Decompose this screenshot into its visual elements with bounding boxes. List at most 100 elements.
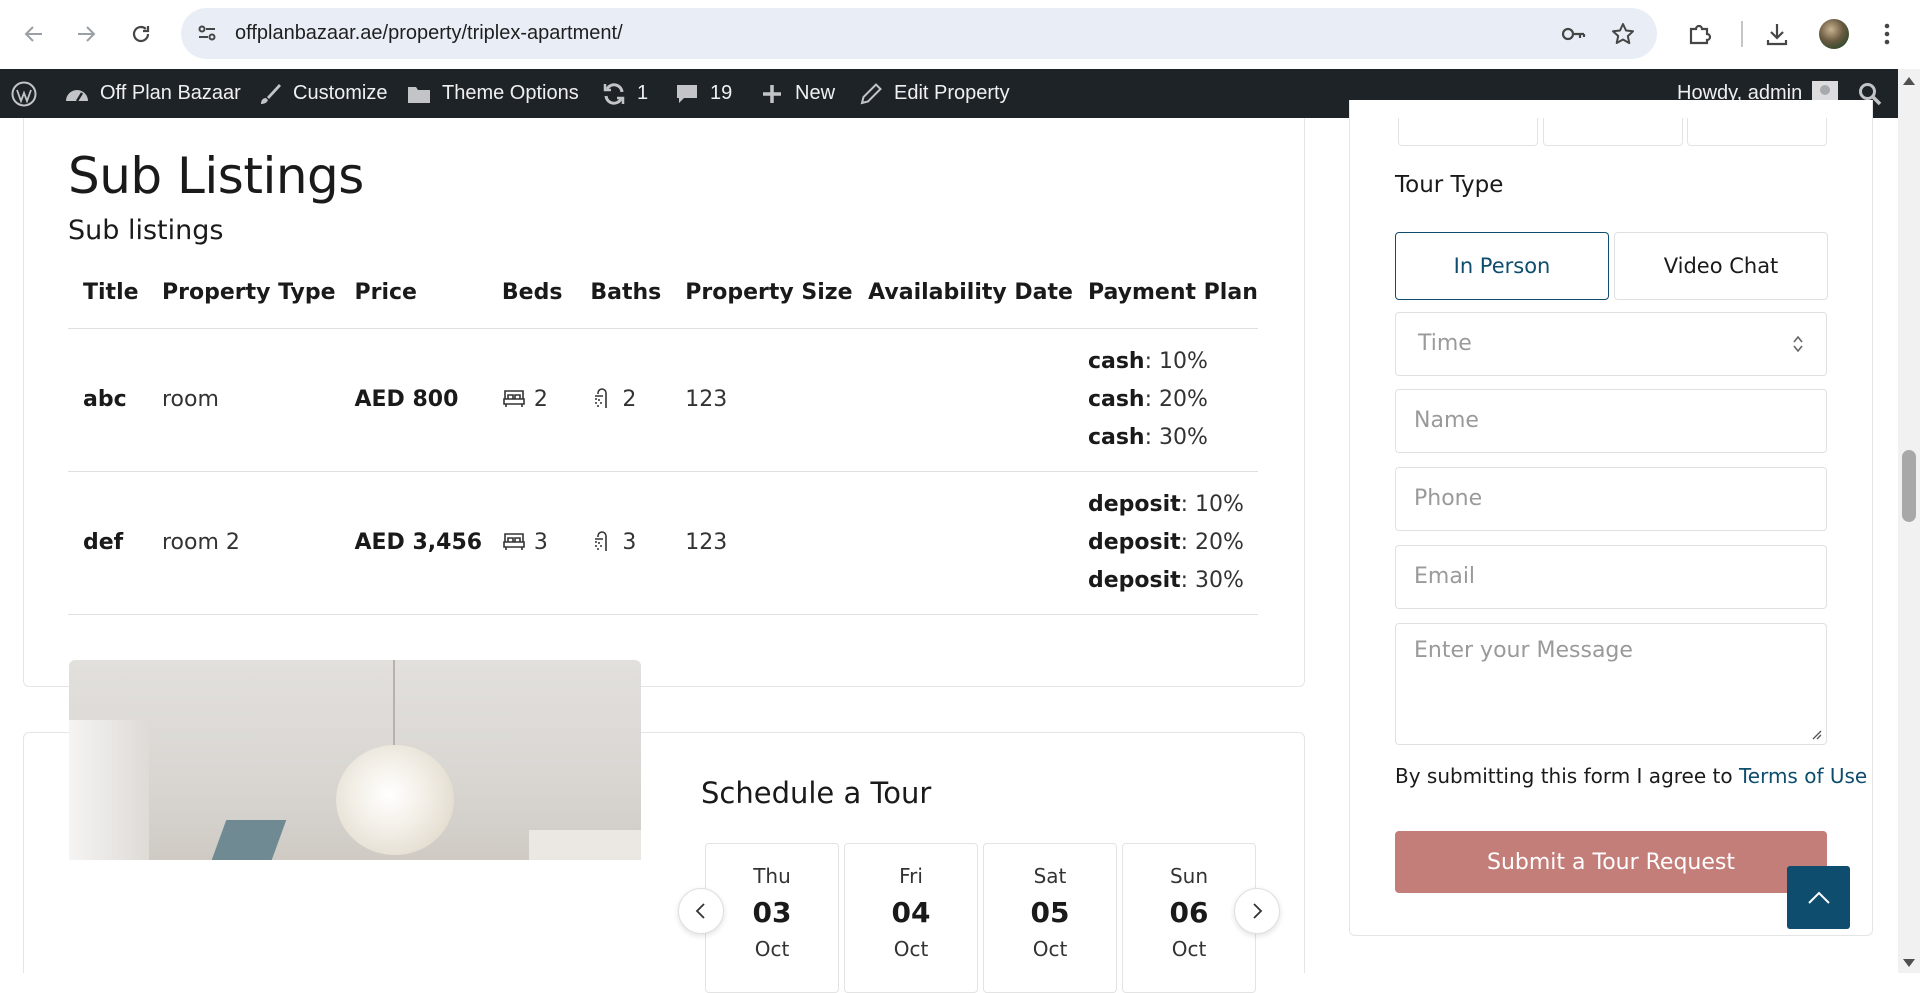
column-header: Property Size bbox=[670, 258, 854, 329]
time-slot-option[interactable] bbox=[1687, 118, 1827, 146]
kebab-menu-icon bbox=[1884, 23, 1890, 45]
wp-edit-property-link[interactable]: Edit Property bbox=[858, 69, 1010, 118]
date-option[interactable]: Sat 05 Oct bbox=[983, 843, 1117, 993]
select-updown-icon bbox=[1793, 335, 1803, 353]
address-bar[interactable]: offplanbazaar.ae/property/triplex-apartm… bbox=[181, 8, 1657, 59]
sub-listings-heading: Sub Listings bbox=[68, 147, 364, 205]
site-settings-icon[interactable] bbox=[195, 21, 219, 45]
baths-count: 2 bbox=[622, 387, 637, 412]
wp-new-menu[interactable]: New bbox=[759, 69, 835, 118]
table-row: def room 2 AED 3,456 3 3 123 deposit: 10… bbox=[68, 471, 1258, 615]
wp-site-menu[interactable]: Off Plan Bazaar bbox=[64, 69, 241, 118]
date-option[interactable]: Fri 04 Oct bbox=[844, 843, 978, 993]
listing-payment-plan: cash: 10% cash: 20% cash: 30% bbox=[1072, 328, 1258, 472]
beds-count: 3 bbox=[533, 530, 548, 555]
tour-type-label: Tour Type bbox=[1395, 172, 1504, 198]
photo-molding bbox=[69, 720, 149, 860]
scroll-up-arrow-icon[interactable] bbox=[1903, 77, 1915, 85]
beds-count: 2 bbox=[533, 387, 548, 412]
wp-customize-link[interactable]: Customize bbox=[257, 69, 387, 118]
back-button[interactable] bbox=[17, 17, 51, 51]
back-to-top-button[interactable] bbox=[1787, 866, 1850, 929]
chevron-left-icon bbox=[695, 903, 705, 919]
download-icon bbox=[1766, 24, 1788, 46]
date-weekday: Sat bbox=[1033, 864, 1067, 888]
reload-button[interactable] bbox=[124, 17, 158, 51]
date-month: Oct bbox=[893, 937, 929, 961]
time-select[interactable]: Time bbox=[1395, 312, 1827, 376]
toolbar-divider bbox=[1741, 21, 1743, 47]
puzzle-icon bbox=[1689, 24, 1712, 45]
table-row: abc room AED 800 2 2 123 cash: 10% cash:… bbox=[68, 328, 1258, 472]
listing-availability bbox=[853, 328, 1073, 472]
plan-line: cash: 10% bbox=[1087, 348, 1208, 374]
column-header: Payment Plan bbox=[1072, 258, 1258, 329]
email-input[interactable]: Email bbox=[1395, 545, 1827, 609]
wp-comments-count: 19 bbox=[710, 82, 733, 104]
wp-theme-options-link[interactable]: Theme Options bbox=[406, 69, 579, 118]
column-header: Availability Date bbox=[853, 258, 1073, 329]
wp-new-label: New bbox=[795, 82, 836, 104]
extensions-button[interactable] bbox=[1684, 19, 1714, 49]
date-weekday: Sun bbox=[1169, 864, 1209, 888]
scrollbar-thumb[interactable] bbox=[1902, 450, 1916, 522]
scroll-down-arrow-icon[interactable] bbox=[1903, 959, 1915, 967]
chevron-up-icon bbox=[1807, 891, 1830, 904]
listing-beds: 2 bbox=[486, 328, 576, 472]
in-person-button[interactable]: In Person bbox=[1395, 232, 1609, 300]
plan-line: deposit: 10% bbox=[1087, 491, 1244, 517]
browser-toolbar: offplanbazaar.ae/property/triplex-apartm… bbox=[0, 0, 1920, 69]
phone-input[interactable]: Phone bbox=[1395, 467, 1827, 531]
listing-baths: 2 bbox=[575, 328, 671, 472]
bed-icon bbox=[503, 533, 525, 550]
date-day: 04 bbox=[891, 896, 931, 929]
dashboard-gauge-icon bbox=[66, 89, 88, 102]
bookmark-star-icon[interactable] bbox=[1610, 21, 1636, 47]
reload-icon bbox=[132, 25, 150, 43]
name-input[interactable]: Name bbox=[1395, 389, 1827, 453]
date-month: Oct bbox=[1171, 937, 1207, 961]
wp-edit-property-label: Edit Property bbox=[894, 82, 1010, 104]
photo-window bbox=[211, 820, 287, 860]
dates-prev-button[interactable] bbox=[678, 888, 724, 934]
arrow-left-icon bbox=[24, 26, 42, 42]
profile-avatar[interactable] bbox=[1819, 19, 1849, 49]
column-header: Baths bbox=[575, 258, 671, 329]
shower-icon bbox=[595, 531, 608, 551]
wp-updates-link[interactable]: 1 bbox=[601, 69, 648, 118]
date-option[interactable]: Thu 03 Oct bbox=[705, 843, 839, 993]
terms-consent-text: By submitting this form I agree to Terms… bbox=[1395, 764, 1868, 788]
terms-of-use-link[interactable]: Terms of Use bbox=[1739, 764, 1867, 788]
photo-lamp-cord bbox=[393, 660, 395, 755]
page-scrollbar[interactable] bbox=[1898, 69, 1920, 973]
schedule-tour-title: Schedule a Tour bbox=[701, 776, 932, 810]
time-slot-option[interactable] bbox=[1543, 118, 1683, 146]
arrow-right-icon bbox=[78, 26, 96, 42]
baths-count: 3 bbox=[622, 530, 637, 555]
plan-line: deposit: 20% bbox=[1087, 529, 1244, 555]
wordpress-logo-icon bbox=[11, 81, 37, 106]
date-month: Oct bbox=[754, 937, 790, 961]
paintbrush-icon bbox=[261, 83, 281, 104]
password-key-icon[interactable] bbox=[1560, 21, 1586, 47]
pencil-icon bbox=[860, 82, 882, 104]
date-weekday: Fri bbox=[899, 864, 923, 888]
time-slot-option[interactable] bbox=[1398, 118, 1538, 146]
downloads-button[interactable] bbox=[1762, 19, 1792, 49]
wp-comments-link[interactable]: 19 bbox=[674, 69, 732, 118]
date-day: 03 bbox=[752, 896, 792, 929]
bed-icon bbox=[503, 390, 525, 407]
wp-logo-menu[interactable] bbox=[11, 69, 37, 118]
listing-title: abc bbox=[68, 328, 147, 472]
resize-grip-icon[interactable] bbox=[1810, 728, 1822, 740]
column-header: Title bbox=[68, 258, 147, 329]
dates-next-button[interactable] bbox=[1234, 888, 1280, 934]
listing-size: 123 bbox=[670, 471, 854, 615]
submit-tour-request-button[interactable]: Submit a Tour Request bbox=[1395, 831, 1827, 893]
video-chat-button[interactable]: Video Chat bbox=[1614, 232, 1828, 300]
message-textarea[interactable]: Enter your Message bbox=[1395, 623, 1827, 745]
listing-type: room bbox=[146, 328, 340, 472]
forward-button[interactable] bbox=[69, 17, 103, 51]
sub-listings-subheading: Sub listings bbox=[68, 215, 224, 246]
chrome-menu-button[interactable] bbox=[1872, 19, 1902, 49]
